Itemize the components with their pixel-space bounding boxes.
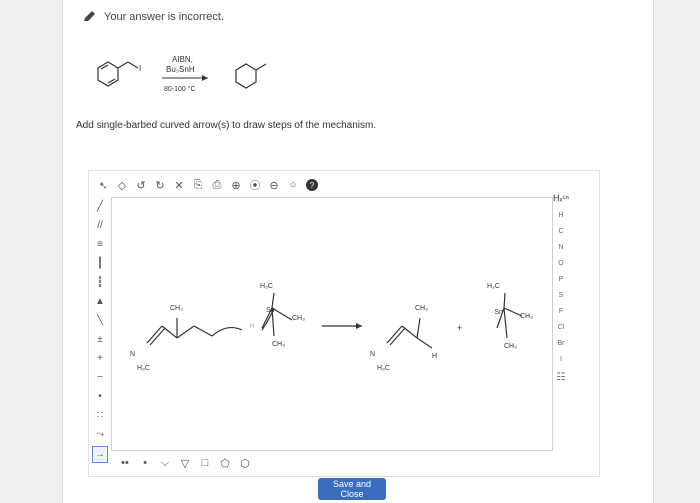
starting-material xyxy=(97,61,139,87)
structure-editor: ➴ ◇ ↺ ↻ ✕ ⎘ ⎙ ⊕ ⦿ ⊖ ○ ? ╱ // ≡ ┃ ┇ ▲ ╲ ±… xyxy=(88,170,600,477)
redo-icon[interactable]: ↻ xyxy=(154,179,166,192)
charge-tool[interactable]: ± xyxy=(93,332,107,347)
drawing-canvas[interactable]: N H₃C CH₃ H H₃C CH₃ Sn CH₃ N H₃C CH₃ H +… xyxy=(111,197,553,451)
label-ch3: CH₃ xyxy=(272,341,285,348)
periodic-table-icon[interactable]: ☷ xyxy=(557,372,566,383)
element-c[interactable]: C xyxy=(558,228,563,235)
element-n[interactable]: N xyxy=(558,244,563,251)
wedge-bond-tool[interactable]: ▲ xyxy=(93,294,107,309)
reaction-arrow-head xyxy=(202,75,208,81)
reaction-scheme: I AIBN, Bu₃SnH 80-100 °C xyxy=(97,55,267,93)
top-toolbar: ➴ ◇ ↺ ↻ ✕ ⎘ ⎙ ⊕ ⦿ ⊖ ○ ? xyxy=(97,177,318,193)
reagent-line-2: Bu₃SnH xyxy=(166,65,195,74)
select-icon[interactable]: ➴ xyxy=(97,179,109,192)
plus-tool[interactable]: + xyxy=(93,351,107,366)
iodine-label: I xyxy=(139,64,141,73)
lone-pair-tool[interactable]: ∷ xyxy=(93,408,107,423)
zoom-reset-icon[interactable]: ○ xyxy=(287,179,299,191)
save-and-close-button[interactable]: Save and Close xyxy=(318,478,386,500)
element-f[interactable]: F xyxy=(559,308,563,315)
element-i[interactable]: I xyxy=(560,356,562,363)
plain-line-tool[interactable]: ╲ xyxy=(93,313,107,328)
copy-icon[interactable]: ⎘ xyxy=(192,179,204,191)
element-h[interactable]: H xyxy=(558,212,563,219)
label-h: H xyxy=(250,324,254,330)
dots-icon[interactable]: •• xyxy=(119,457,131,469)
hash-bond-tool[interactable]: ┇ xyxy=(93,275,107,290)
curved-arrow-tool[interactable]: ⤳ xyxy=(93,427,107,442)
label-dot-sn: ·Sn xyxy=(492,309,503,316)
zoom-fit-icon[interactable]: ⦿ xyxy=(249,179,261,192)
minus-tool[interactable]: − xyxy=(93,370,107,385)
label-h3c: H₃C xyxy=(377,365,390,372)
plus-sign: + xyxy=(457,323,462,333)
radical-tool[interactable]: • xyxy=(93,389,107,404)
double-bond-tool[interactable]: // xyxy=(93,218,107,233)
ring-3-icon[interactable]: ▽ xyxy=(179,457,191,470)
label-h3c: H₃C xyxy=(137,365,150,372)
reaction-conditions: 80-100 °C xyxy=(164,85,196,93)
arrow-tool[interactable]: → xyxy=(92,446,108,463)
label-n: N xyxy=(370,351,375,358)
zoom-in-icon[interactable]: ⊕ xyxy=(230,179,242,192)
element-cl[interactable]: Cl xyxy=(558,324,565,331)
eraser-icon[interactable]: ◇ xyxy=(116,179,128,192)
label-ch3: CH₃ xyxy=(292,315,305,322)
label-ch3: CH₃ xyxy=(504,343,517,350)
left-toolbar: ╱ // ≡ ┃ ┇ ▲ ╲ ± + − • ∷ ⤳ → xyxy=(92,199,108,463)
label-h3c: H₃C xyxy=(260,283,273,290)
instruction-text: Add single-barbed curved arrow(s) to dra… xyxy=(76,120,377,131)
expand-elements-button[interactable]: Hₓᶜⁿ xyxy=(553,193,569,203)
ring-6-icon[interactable]: ⬡ xyxy=(239,457,251,470)
element-s[interactable]: S xyxy=(559,292,564,299)
pencil-icon xyxy=(84,11,95,21)
feedback-text: Your answer is incorrect. xyxy=(104,11,225,23)
single-bond-tool[interactable]: ╱ xyxy=(93,199,107,214)
periodic-palette: Hₓᶜⁿ H C N O P S F Cl Br I ☷ xyxy=(549,193,573,383)
label-ch3: CH₃ xyxy=(170,305,183,312)
bold-bond-tool[interactable]: ┃ xyxy=(93,256,107,271)
label-sn: Sn xyxy=(266,307,275,314)
bottom-toolbar: •• • ⌵ ▽ □ ⬠ ⬡ xyxy=(119,457,251,470)
bracket-icon[interactable]: ⌵ xyxy=(159,457,171,469)
element-o[interactable]: O xyxy=(558,260,563,267)
element-p[interactable]: P xyxy=(559,276,564,283)
triple-bond-tool[interactable]: ≡ xyxy=(93,237,107,252)
help-icon[interactable]: ? xyxy=(306,179,318,191)
element-br[interactable]: Br xyxy=(558,340,565,347)
delete-icon[interactable]: ✕ xyxy=(173,179,185,192)
zoom-out-icon[interactable]: ⊖ xyxy=(268,179,280,192)
product xyxy=(235,63,267,89)
ring-4-icon[interactable]: □ xyxy=(199,457,211,469)
feedback-banner: Your answer is incorrect. xyxy=(82,10,224,24)
mechanism-drawing: N H₃C CH₃ H H₃C CH₃ Sn CH₃ N H₃C CH₃ H +… xyxy=(130,283,533,372)
label-ch3: CH₃ xyxy=(520,313,533,320)
ring-5-icon[interactable]: ⬠ xyxy=(219,457,231,470)
label-ch3: CH₃ xyxy=(415,305,428,312)
undo-icon[interactable]: ↺ xyxy=(135,179,147,192)
label-h3c: H₃C xyxy=(487,283,500,290)
reagent-line-1: AIBN, xyxy=(172,55,193,64)
label-n: N xyxy=(130,351,135,358)
dot-icon[interactable]: • xyxy=(139,457,151,469)
label-h: H xyxy=(432,353,437,360)
paste-icon[interactable]: ⎙ xyxy=(211,179,223,191)
